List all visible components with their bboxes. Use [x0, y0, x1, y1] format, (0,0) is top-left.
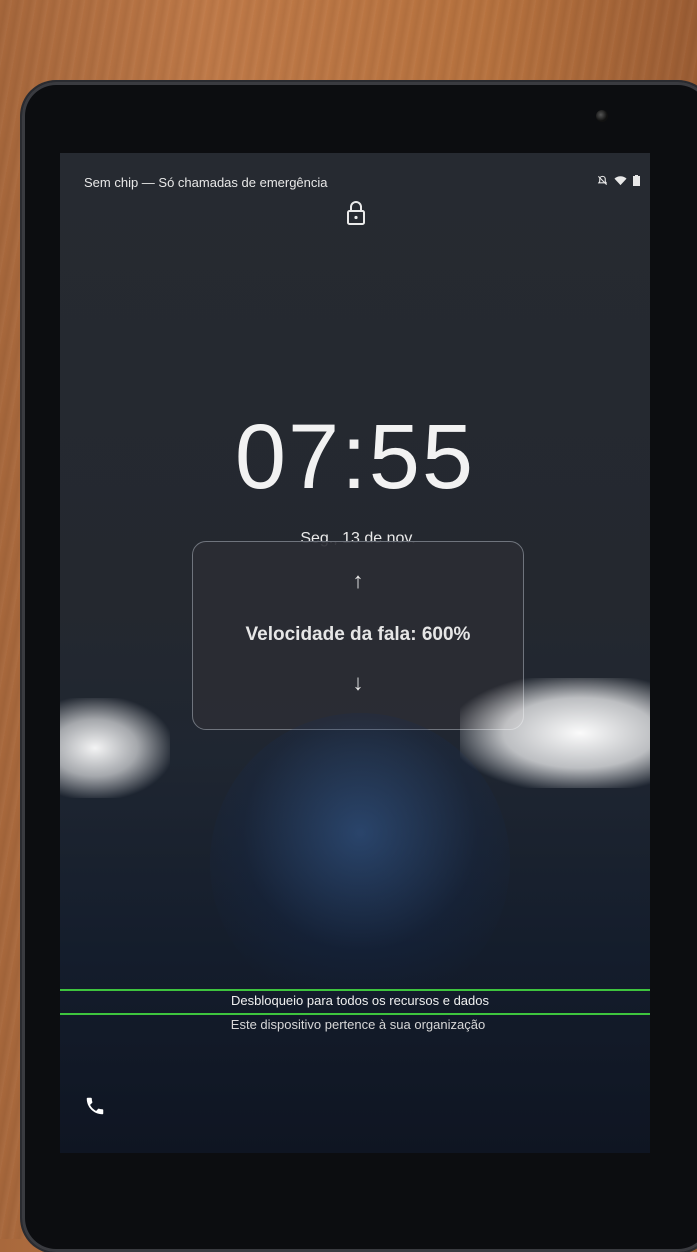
carrier-status-text: Sem chip — Só chamadas de emergência [84, 175, 328, 190]
light-glare-left [60, 698, 170, 798]
light-glare-right [460, 678, 650, 788]
lock-screen-clock: 07:55 [234, 406, 476, 508]
unlock-text: Desbloqueio para todos os recursos e dad… [231, 993, 489, 1008]
organization-text: Este dispositivo pertence à sua organiza… [230, 1017, 486, 1032]
notifications-off-icon [597, 175, 608, 186]
lock-icon [347, 201, 365, 225]
arrow-up-icon[interactable]: ↑ [193, 568, 523, 594]
lock-screen: Sem chip — Só chamadas de emergência 07:… [60, 153, 650, 1153]
status-icons [597, 175, 640, 186]
speech-rate-label: Velocidade da fala: 600% [245, 624, 471, 645]
battery-icon [633, 175, 640, 186]
unlock-focus-box[interactable]: Desbloqueio para todos os recursos e dad… [60, 989, 650, 1015]
phone-icon[interactable] [84, 1095, 106, 1117]
wifi-icon [614, 176, 627, 186]
front-camera [596, 110, 608, 122]
